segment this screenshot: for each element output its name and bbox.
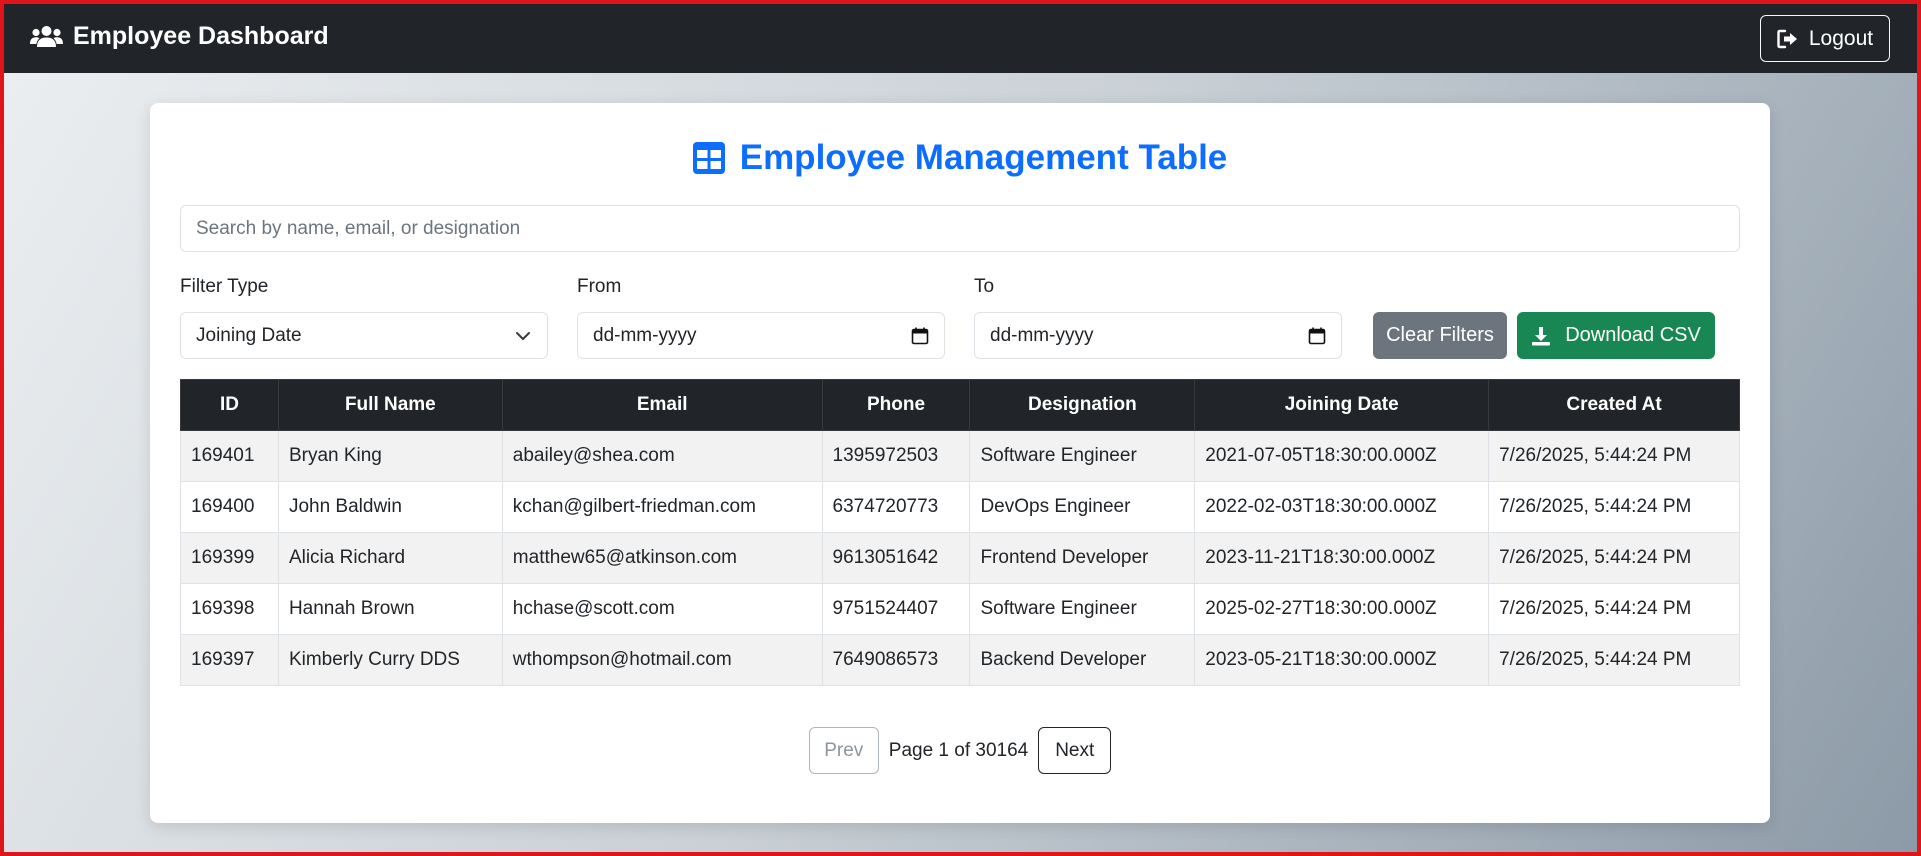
to-date-input[interactable]: dd-mm-yyyy xyxy=(974,312,1342,359)
cell-designation: Frontend Developer xyxy=(969,532,1196,584)
table-row: 169401 Bryan King abailey@shea.com 13959… xyxy=(180,430,1740,482)
cell-email: kchan@gilbert-friedman.com xyxy=(501,481,823,533)
to-date-value: dd-mm-yyyy xyxy=(990,324,1094,346)
download-csv-button[interactable]: Download CSV xyxy=(1517,312,1715,359)
cell-created-at: 7/26/2025, 5:44:24 PM xyxy=(1488,583,1740,635)
cell-joining-date: 2025-02-27T18:30:00.000Z xyxy=(1194,583,1490,635)
cell-id: 169399 xyxy=(180,532,279,584)
calendar-icon[interactable] xyxy=(1308,327,1326,345)
to-label: To xyxy=(974,276,995,297)
column-header[interactable]: Joining Date xyxy=(1194,379,1490,431)
employee-card: Employee Management Table Filter Type Jo… xyxy=(150,103,1770,823)
cell-designation: Backend Developer xyxy=(969,634,1196,686)
filter-type-select[interactable]: Joining Date xyxy=(180,312,548,359)
filter-type-label: Filter Type xyxy=(180,276,269,297)
chevron-down-icon xyxy=(516,331,530,340)
cell-full-name: Alicia Richard xyxy=(277,532,503,584)
table-row: 169397 Kimberly Curry DDS wthompson@hotm… xyxy=(180,634,1740,686)
logout-button[interactable]: Logout xyxy=(1760,15,1890,62)
top-navbar: Employee Dashboard Logout xyxy=(0,0,1921,73)
employee-table: ID Full Name Email Phone Designation Joi… xyxy=(180,379,1740,686)
brand-title: Employee Dashboard xyxy=(73,22,329,50)
cell-joining-date: 2022-02-03T18:30:00.000Z xyxy=(1194,481,1490,533)
search-input[interactable] xyxy=(180,205,1740,252)
cell-created-at: 7/26/2025, 5:44:24 PM xyxy=(1488,634,1740,686)
page-indicator: Page 1 of 30164 xyxy=(888,739,1029,761)
column-header[interactable]: Full Name xyxy=(277,379,503,431)
column-header[interactable]: Created At xyxy=(1488,379,1740,431)
from-date-value: dd-mm-yyyy xyxy=(593,324,697,346)
cell-designation: Software Engineer xyxy=(969,583,1196,635)
column-header[interactable]: Email xyxy=(501,379,823,431)
column-header[interactable]: Phone xyxy=(821,379,971,431)
cell-full-name: Kimberly Curry DDS xyxy=(277,634,503,686)
download-csv-label: Download CSV xyxy=(1565,324,1701,346)
cell-phone: 1395972503 xyxy=(821,430,971,482)
clear-filters-button[interactable]: Clear Filters xyxy=(1373,312,1507,359)
users-icon xyxy=(30,25,63,47)
cell-designation: DevOps Engineer xyxy=(969,481,1196,533)
cell-email: hchase@scott.com xyxy=(501,583,823,635)
cell-email: matthew65@atkinson.com xyxy=(501,532,823,584)
cell-created-at: 7/26/2025, 5:44:24 PM xyxy=(1488,532,1740,584)
download-icon xyxy=(1532,326,1551,345)
table-row: 169400 John Baldwin kchan@gilbert-friedm… xyxy=(180,481,1740,533)
cell-id: 169398 xyxy=(180,583,279,635)
cell-email: abailey@shea.com xyxy=(501,430,823,482)
table-icon xyxy=(692,142,725,174)
cell-joining-date: 2023-11-21T18:30:00.000Z xyxy=(1194,532,1490,584)
from-date-input[interactable]: dd-mm-yyyy xyxy=(577,312,945,359)
cell-joining-date: 2023-05-21T18:30:00.000Z xyxy=(1194,634,1490,686)
cell-phone: 7649086573 xyxy=(821,634,971,686)
page-title: Employee Management Table xyxy=(150,133,1770,183)
next-page-button[interactable]: Next xyxy=(1038,727,1112,774)
cell-email: wthompson@hotmail.com xyxy=(501,634,823,686)
brand: Employee Dashboard xyxy=(30,22,329,51)
cell-id: 169397 xyxy=(180,634,279,686)
filter-type-value: Joining Date xyxy=(196,324,302,346)
cell-id: 169400 xyxy=(180,481,279,533)
cell-full-name: Bryan King xyxy=(277,430,503,482)
cell-designation: Software Engineer xyxy=(969,430,1196,482)
cell-phone: 9751524407 xyxy=(821,583,971,635)
cell-created-at: 7/26/2025, 5:44:24 PM xyxy=(1488,481,1740,533)
title-text: Employee Management Table xyxy=(739,138,1228,177)
cell-phone: 9613051642 xyxy=(821,532,971,584)
pagination: Prev Page 1 of 30164 Next xyxy=(150,727,1770,774)
column-header[interactable]: ID xyxy=(180,379,279,431)
table-header-row: ID Full Name Email Phone Designation Joi… xyxy=(180,379,1740,431)
calendar-icon[interactable] xyxy=(911,327,929,345)
table-row: 169398 Hannah Brown hchase@scott.com 975… xyxy=(180,583,1740,635)
cell-id: 169401 xyxy=(180,430,279,482)
prev-page-button[interactable]: Prev xyxy=(808,727,879,774)
column-header[interactable]: Designation xyxy=(969,379,1196,431)
cell-joining-date: 2021-07-05T18:30:00.000Z xyxy=(1194,430,1490,482)
cell-phone: 6374720773 xyxy=(821,481,971,533)
cell-created-at: 7/26/2025, 5:44:24 PM xyxy=(1488,430,1740,482)
cell-full-name: Hannah Brown xyxy=(277,583,503,635)
cell-full-name: John Baldwin xyxy=(277,481,503,533)
table-row: 169399 Alicia Richard matthew65@atkinson… xyxy=(180,532,1740,584)
logout-label: Logout xyxy=(1808,26,1874,50)
logout-icon xyxy=(1777,29,1797,48)
from-label: From xyxy=(577,276,622,297)
